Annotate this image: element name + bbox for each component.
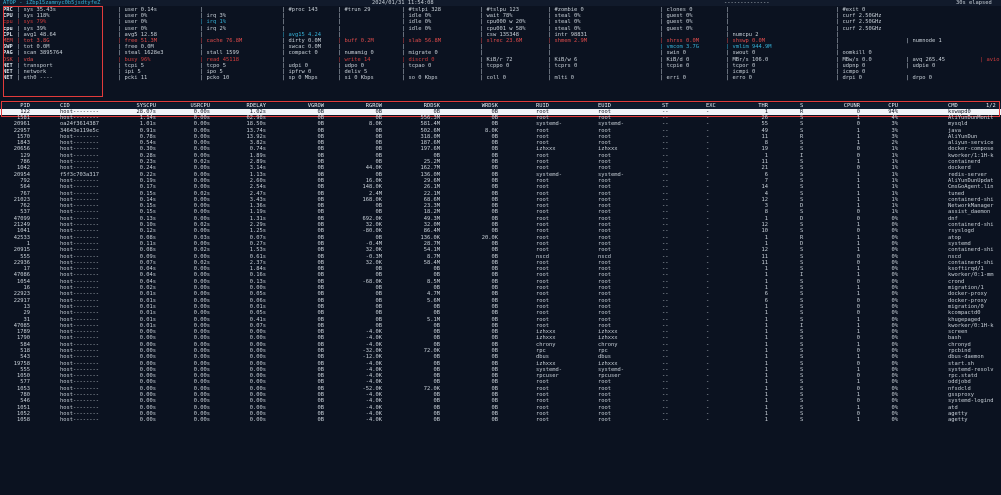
header-line: NET | eth0 ---- | pcki 11 | pcko 10 | sp 0 M… — [0, 75, 1001, 81]
cell: -4.0K — [365, 417, 382, 424]
cell: host-------- — [60, 417, 99, 424]
metric-cell: | coll 0 — [480, 75, 506, 82]
cell: 0B — [317, 417, 325, 424]
cell: 0.00s — [139, 417, 156, 424]
cell: root — [536, 417, 549, 424]
metric-cell: | pcko 10 — [200, 75, 230, 82]
cell: 1 — [856, 417, 860, 424]
cpu-mem-highlight-box — [3, 6, 103, 97]
metric-cell: | erri 0 — [660, 75, 686, 82]
cell: root — [598, 417, 611, 424]
metric-cell: | so 0 Kbps — [402, 75, 438, 82]
cell: 1 — [764, 417, 768, 424]
metric-cell: | drpi 0 — [836, 75, 862, 82]
cell: -- — [662, 417, 669, 424]
cell: 0B — [491, 417, 499, 424]
process-row[interactable]: 1058 host-------- 0.00s 0.00s 0.00s 0B -4.0K 0B… — [0, 417, 1001, 423]
cell: 0.00s — [193, 417, 210, 424]
title-dashes: -------------- — [724, 0, 770, 6]
metric-cell: | si 0 Kbps — [338, 75, 374, 82]
metric-cell: | pcki 11 — [118, 75, 148, 82]
metric-cell: | drpo 0 — [906, 75, 932, 82]
timestamp: 2024/01/31 11:54:08 — [372, 0, 434, 6]
cell: 0B — [433, 417, 441, 424]
metric-cell: | erro 0 — [726, 75, 752, 82]
cell: 1058 — [17, 417, 30, 424]
system-summary-header: PRC | sys 35.43s | user 0.14s | | #proc 143 |… — [0, 7, 1001, 81]
cell: 0.00s — [249, 417, 266, 424]
cell: 0% — [891, 417, 899, 424]
metric-cell: | mlti 0 — [548, 75, 574, 82]
process-list: 1581 host-------- 1.14s 0.00s 62.98s 0B 0B 556.… — [0, 115, 1001, 424]
metric-cell: | sp 0 Mbps — [282, 75, 318, 82]
atop-title-bar: ATOP - iZbp15zamnyc0b5jsdtyfeZ 2024/01/3… — [0, 0, 1001, 6]
elapsed-time: 30s elapsed — [956, 0, 992, 6]
cell: S — [800, 417, 804, 424]
cell: - — [706, 417, 710, 424]
cell: agetty — [948, 417, 968, 424]
